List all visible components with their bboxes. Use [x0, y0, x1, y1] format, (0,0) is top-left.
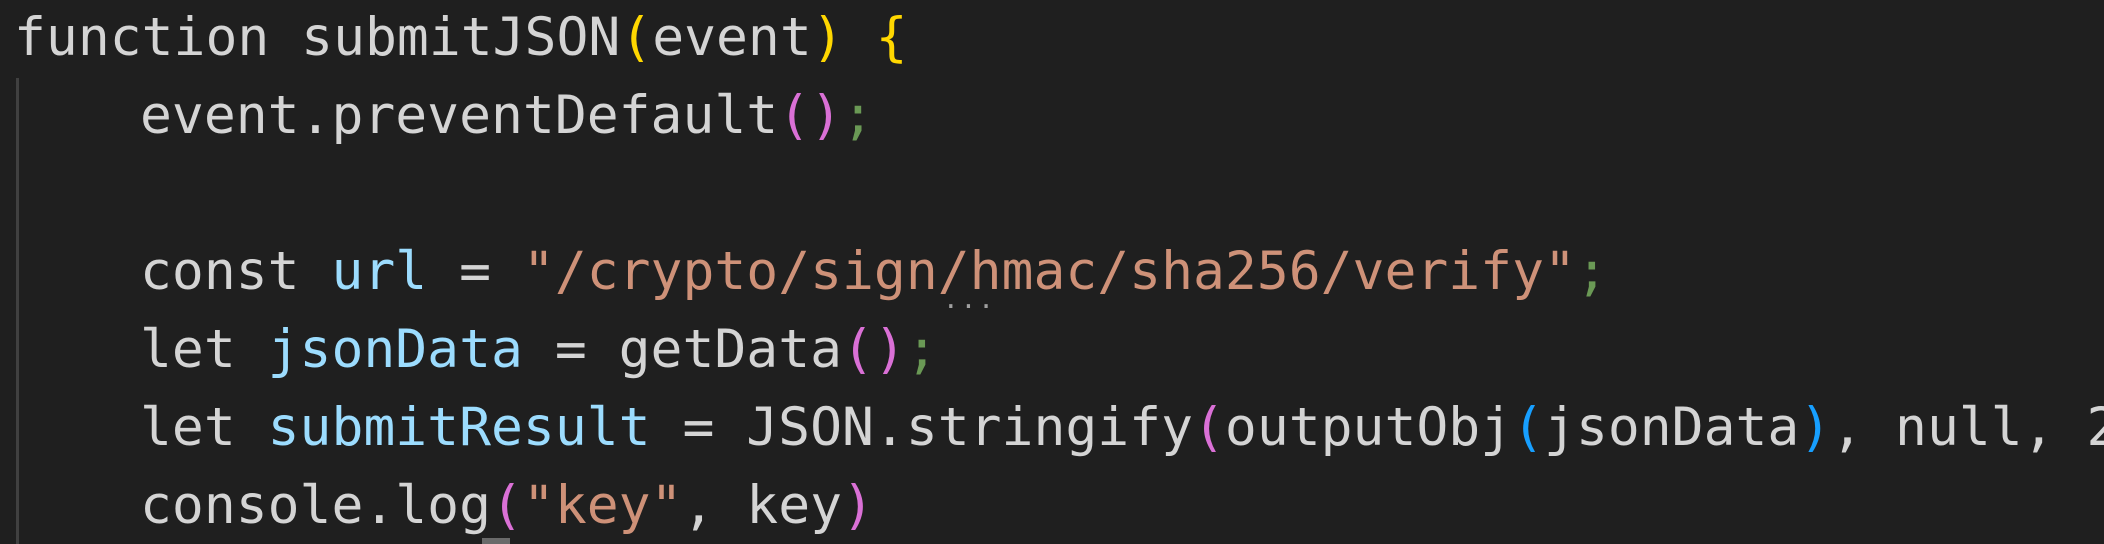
- code-token: url: [331, 241, 428, 302]
- code-token: "/crypto/sign/hmac/sha256/verify": [522, 241, 1576, 302]
- code-token: ): [842, 475, 874, 536]
- code-token: let: [140, 397, 268, 458]
- code-line-4[interactable]: const url = "/crypto/sign/hmac/sha256/ve…: [14, 240, 1608, 304]
- code-line-7[interactable]: console.log("key", key): [14, 474, 874, 538]
- code-token: ): [811, 7, 844, 68]
- code-line-6[interactable]: let submitResult = JSON.stringify(output…: [14, 396, 2104, 460]
- code-token: (: [491, 475, 523, 536]
- code-token: jsonData: [1544, 397, 1800, 458]
- code-token: (: [620, 7, 653, 68]
- code-line-5[interactable]: let jsonData = getData();: [14, 318, 938, 382]
- code-line-2[interactable]: event.preventDefault();: [14, 84, 874, 148]
- code-token: = getData: [522, 319, 843, 380]
- code-line-1[interactable]: function submitJSON(event) {: [14, 6, 908, 70]
- code-line-3[interactable]: [14, 162, 140, 226]
- code-token: , null, 2: [1831, 397, 2104, 458]
- code-token: (): [778, 85, 843, 146]
- code-token: const: [140, 241, 332, 302]
- code-token: let: [140, 319, 268, 380]
- code-token: (): [842, 319, 906, 380]
- code-token: event.preventDefault: [140, 85, 779, 146]
- code-token: = JSON.stringify: [650, 397, 1193, 458]
- code-token: "key": [522, 475, 683, 536]
- code-token: ;: [842, 85, 874, 146]
- code-token: (: [1512, 397, 1545, 458]
- code-token: ;: [905, 319, 938, 380]
- code-token: console.log: [140, 475, 491, 536]
- code-token: submitResult: [267, 397, 651, 458]
- code-token: ;: [1575, 241, 1608, 302]
- code-token: =: [427, 241, 523, 302]
- code-token: ): [1799, 397, 1832, 458]
- code-token: , key: [682, 475, 843, 536]
- code-token: jsonData: [267, 319, 523, 380]
- code-editor[interactable]: function submitJSON(event) { event.preve…: [0, 0, 2104, 544]
- code-token: (: [1193, 397, 1225, 458]
- code-token: event: [652, 7, 812, 68]
- code-token: {: [875, 7, 908, 68]
- code-token: function submitJSON: [14, 7, 621, 68]
- hint-ellipsis-marker[interactable]: ...: [943, 287, 996, 313]
- code-token: outputObj: [1224, 397, 1513, 458]
- text-cursor-marker: [482, 538, 510, 544]
